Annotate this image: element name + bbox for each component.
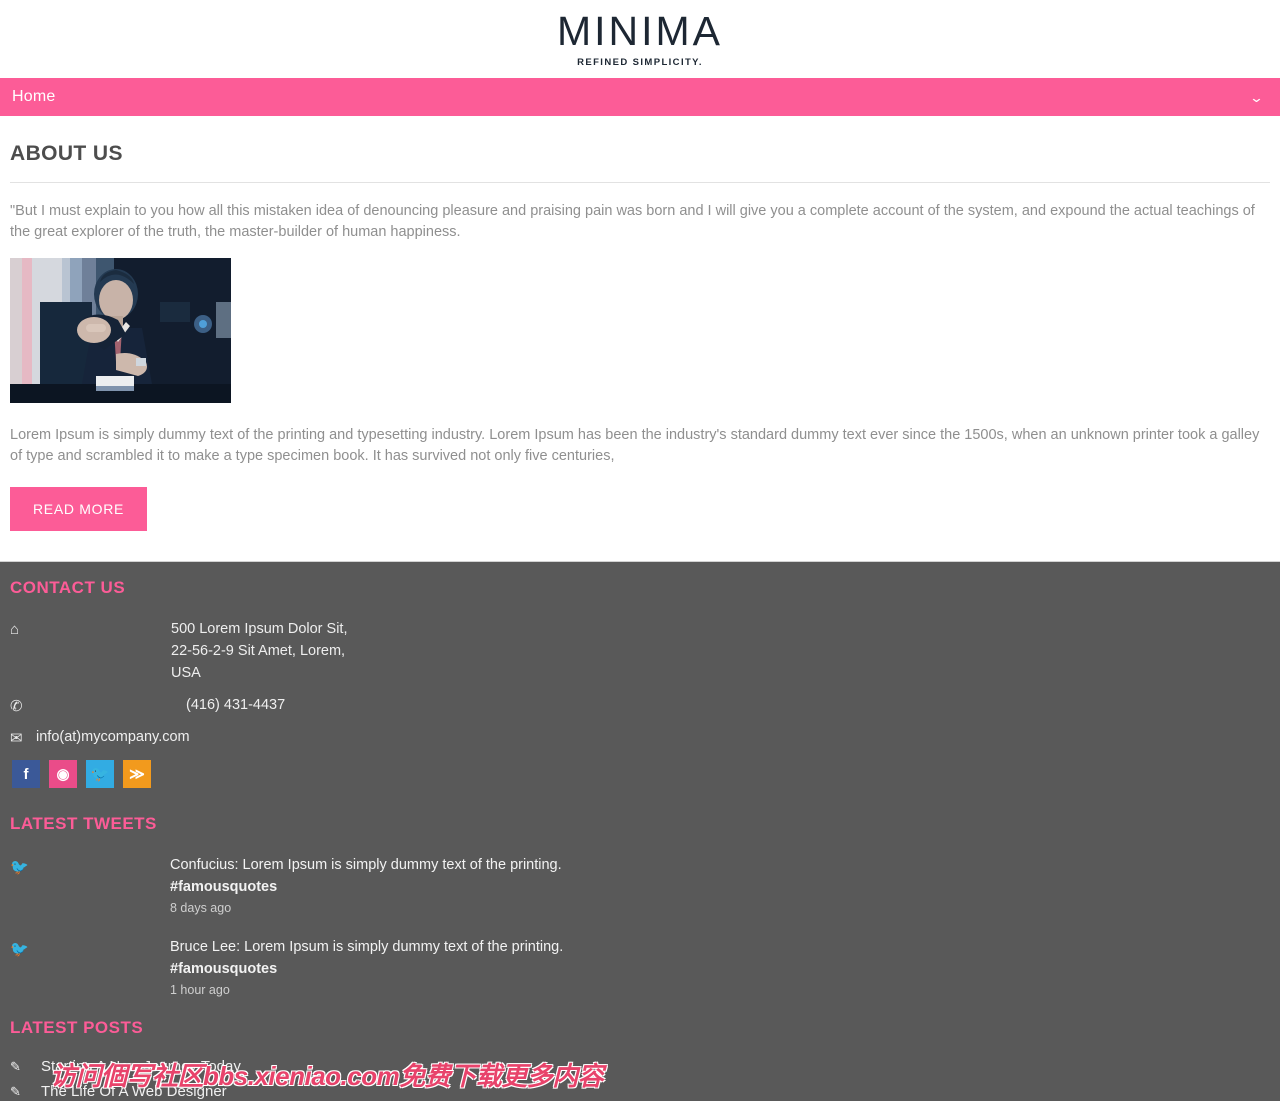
chevron-down-icon[interactable]: ⌄ bbox=[1249, 91, 1264, 104]
page-root: MINIMA REFINED SIMPLICITY. Home ⌄ ABOUT … bbox=[0, 0, 1280, 1101]
tweet-text: Confucius: Lorem Ipsum is simply dummy t… bbox=[170, 857, 562, 873]
dribbble-icon[interactable]: ◉ bbox=[49, 760, 77, 788]
latest-posts-heading: LATEST POSTS bbox=[10, 1018, 144, 1037]
contact-email-row: ✉ info(at)mycompany.com bbox=[10, 726, 1270, 748]
tweet-item: 🐦 Bruce Lee: Lorem Ipsum is simply dummy… bbox=[10, 936, 1270, 1000]
social-links: f ◉ 🐦 ≫ bbox=[12, 760, 1270, 788]
home-icon: ⌂ bbox=[10, 621, 20, 638]
intro-quote-text: "But I must explain to you how all this … bbox=[10, 203, 1255, 240]
email-address[interactable]: info(at)mycompany.com bbox=[36, 726, 190, 748]
pencil-icon: ✎ bbox=[10, 1058, 21, 1074]
main-content: ABOUT US "But I must explain to you how … bbox=[0, 142, 1280, 561]
lorem-paragraph: Lorem Ipsum is simply dummy text of the … bbox=[10, 427, 1260, 464]
pencil-icon: ✎ bbox=[10, 1083, 21, 1099]
feature-photo bbox=[10, 258, 231, 403]
phone-number[interactable]: (416) 431-4437 bbox=[186, 694, 285, 716]
twitter-bird-icon: 🐦 bbox=[10, 941, 29, 958]
twitter-icon[interactable]: 🐦 bbox=[86, 760, 114, 788]
site-logo-tagline: REFINED SIMPLICITY. bbox=[577, 56, 703, 68]
list-item[interactable]: ✎ The Life Of A Web Designer bbox=[10, 1083, 1270, 1100]
facebook-icon[interactable]: f bbox=[12, 760, 40, 788]
twitter-bird-icon: 🐦 bbox=[10, 859, 29, 876]
page-title: ABOUT US bbox=[10, 142, 123, 165]
post-link[interactable]: Starting A New Journey Today bbox=[41, 1058, 241, 1075]
tweet-item: 🐦 Confucius: Lorem Ipsum is simply dummy… bbox=[10, 854, 1270, 918]
address-line-3: USA bbox=[171, 665, 201, 681]
contact-address-row: ⌂ 500 Lorem Ipsum Dolor Sit, 22-56-2-9 S… bbox=[10, 618, 1270, 684]
read-more-button[interactable]: READ MORE bbox=[10, 487, 148, 531]
phone-icon: ✆ bbox=[10, 698, 23, 715]
address-line-2: 22-56-2-9 Sit Amet, Lorem, bbox=[171, 643, 346, 659]
latest-tweets-heading: LATEST TWEETS bbox=[10, 814, 157, 833]
main-navbar[interactable]: Home ⌄ bbox=[0, 78, 1280, 116]
post-link[interactable]: The Life Of A Web Designer bbox=[41, 1083, 227, 1100]
latest-posts-list: ✎ Starting A New Journey Today ✎ The Lif… bbox=[10, 1058, 1270, 1101]
contact-phone-row: ✆ (416) 431-4437 bbox=[10, 694, 1270, 716]
address-line-1: 500 Lorem Ipsum Dolor Sit, bbox=[171, 621, 348, 637]
title-divider bbox=[10, 182, 1270, 183]
tweet-timestamp: 8 days ago bbox=[170, 901, 232, 915]
nav-item-home[interactable]: Home bbox=[12, 88, 55, 106]
tweet-timestamp: 1 hour ago bbox=[170, 983, 230, 997]
site-logo-title: MINIMA bbox=[556, 7, 724, 54]
email-icon: ✉ bbox=[10, 730, 23, 747]
site-footer: CONTACT US ⌂ 500 Lorem Ipsum Dolor Sit, … bbox=[0, 561, 1280, 1101]
tweet-text: Bruce Lee: Lorem Ipsum is simply dummy t… bbox=[170, 939, 564, 955]
list-item[interactable]: ✎ Starting A New Journey Today bbox=[10, 1058, 1270, 1075]
tweet-hashtag[interactable]: #famousquotes bbox=[170, 958, 563, 980]
site-header: MINIMA REFINED SIMPLICITY. bbox=[0, 0, 1280, 78]
contact-us-heading: CONTACT US bbox=[10, 578, 126, 597]
tweet-hashtag[interactable]: #famousquotes bbox=[170, 876, 562, 898]
rss-icon[interactable]: ≫ bbox=[123, 760, 151, 788]
